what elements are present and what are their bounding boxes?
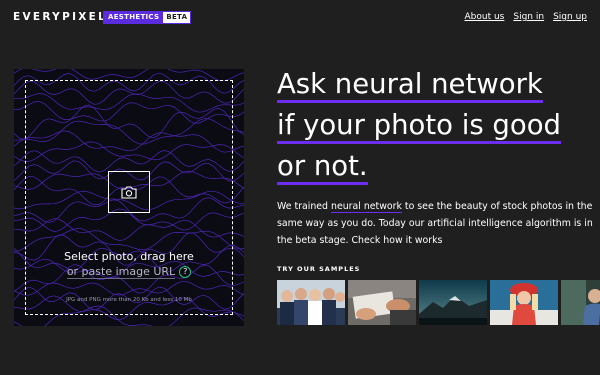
upload-button[interactable] (108, 171, 150, 213)
select-photo-text: Select photo, drag here (64, 250, 194, 263)
page-headline: Ask neural network if your photo is good… (277, 66, 592, 189)
nav-sign-up[interactable]: Sign up (553, 12, 587, 22)
headline-line-1: Ask neural network (277, 68, 543, 103)
headline-line-3: or not. (277, 150, 368, 185)
neural-network-link[interactable]: neural network (331, 201, 402, 213)
header: EVERYPIXEL AESTHETICS BETA About us Sign… (0, 0, 600, 36)
samples-row (277, 280, 600, 325)
camera-icon (121, 185, 137, 199)
file-limits-text: JPG and PNG more than 20 Kb and less 10 … (66, 297, 192, 303)
tag-aesthetics: AESTHETICS (104, 12, 164, 23)
headline-line-2: if your photo is good (277, 109, 561, 144)
description-intro: We trained (277, 201, 331, 212)
nav-sign-in[interactable]: Sign in (513, 12, 544, 22)
top-nav: About us Sign in Sign up (465, 12, 588, 22)
product-tag: AESTHETICS BETA (103, 11, 192, 24)
logo[interactable]: EVERYPIXEL (13, 11, 107, 23)
upload-dropzone[interactable]: Select photo, drag here or paste image U… (14, 69, 244, 326)
sample-woman-red-hat[interactable] (490, 280, 558, 325)
sample-desk-hands[interactable] (348, 280, 416, 325)
sample-business-team[interactable] (277, 280, 345, 325)
paste-url-row: or paste image URL? (14, 265, 244, 279)
tag-beta: BETA (163, 12, 191, 23)
sample-couple[interactable] (561, 280, 600, 325)
help-icon[interactable]: ? (179, 266, 192, 278)
nav-about-us[interactable]: About us (465, 12, 505, 22)
samples-title: TRY OUR SAMPLES (277, 265, 361, 273)
description: We trained neural network to see the bea… (277, 198, 595, 249)
sample-mountain-landscape[interactable] (419, 280, 487, 325)
paste-url-link[interactable]: or paste image URL (66, 265, 176, 279)
